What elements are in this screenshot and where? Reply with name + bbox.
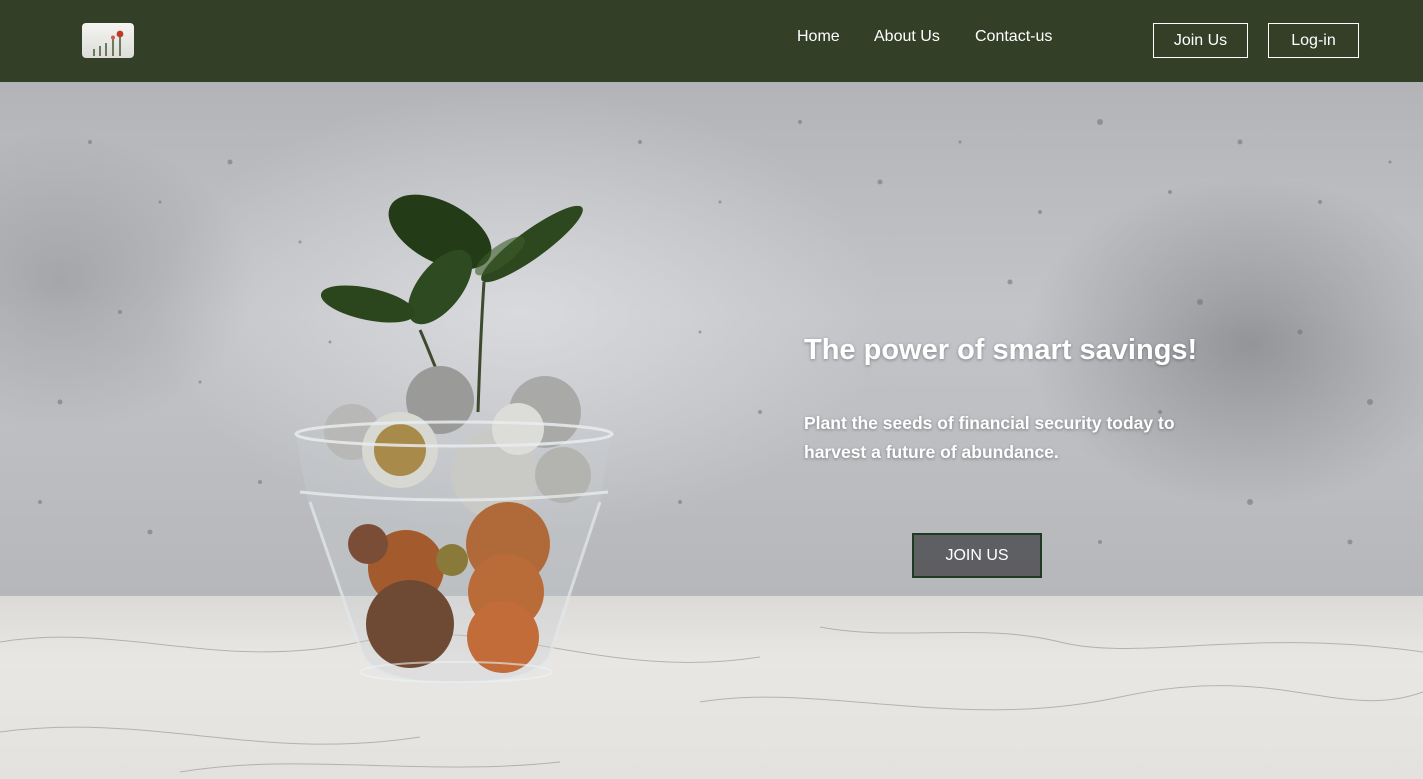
hero-title: The power of smart savings!	[804, 334, 1198, 366]
join-us-button[interactable]: Join Us	[1153, 23, 1248, 58]
login-button[interactable]: Log-in	[1268, 23, 1359, 58]
hero-section: The power of smart savings! Plant the se…	[0, 82, 1423, 779]
hero-subtitle: Plant the seeds of financial security to…	[804, 413, 1175, 462]
site-header: Home About Us Contact-us Join Us Log-in	[0, 0, 1423, 82]
nav-home-link[interactable]: Home	[797, 27, 840, 47]
logo-icon[interactable]	[82, 23, 134, 58]
hero-join-us-button[interactable]: JOIN US	[912, 533, 1042, 578]
nav-contact-link[interactable]: Contact-us	[975, 27, 1052, 47]
nav-about-link[interactable]: About Us	[874, 27, 940, 47]
